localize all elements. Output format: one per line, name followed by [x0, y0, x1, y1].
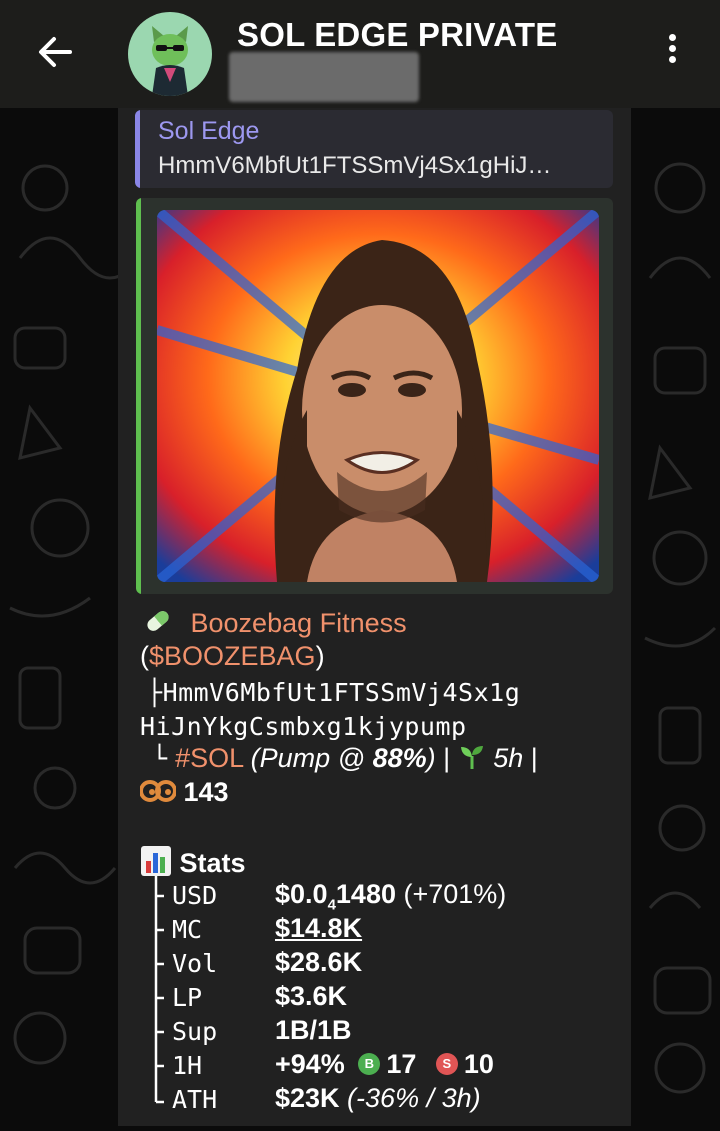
- link-preview[interactable]: [136, 198, 613, 594]
- stat-key-lp: LP: [172, 983, 203, 1012]
- address-line-2: HiJnYkgCsmbxg1kjypump: [140, 712, 467, 741]
- more-vertical-icon: [652, 34, 692, 63]
- stat-value-sup: 1B/1B: [275, 1015, 352, 1045]
- paren-open: (: [140, 641, 149, 671]
- address-line-1: ├HmmV6MbfUt1FTSSmVj4Sx1g: [147, 678, 520, 707]
- ath-change: (-36% / 3h): [339, 1083, 481, 1113]
- holders-count: 143: [183, 777, 229, 807]
- arrow-left-icon: [39, 37, 72, 67]
- bar-chart-icon: [140, 846, 180, 878]
- change-1h: +94%: [275, 1049, 345, 1079]
- more-options-button[interactable]: [652, 30, 692, 76]
- price-prefix: $0.0: [275, 879, 328, 909]
- buys-count: 17: [386, 1049, 417, 1079]
- chain-info-line: └ #SOL (Pump @ 88%) | 5h |: [152, 743, 538, 774]
- preview-accent-bar: [136, 198, 141, 594]
- sell-badge-icon: S: [435, 1052, 458, 1075]
- buy-badge-icon: B: [358, 1052, 381, 1075]
- eyes-icon: [139, 777, 184, 807]
- pump-suffix: ): [426, 743, 436, 773]
- ticker-link[interactable]: $BOOZEBAG: [149, 641, 316, 671]
- sells-count: 10: [463, 1049, 494, 1079]
- tree-end: └: [152, 744, 168, 773]
- stat-key-vol: Vol: [172, 949, 218, 978]
- stat-key-usd: USD: [172, 881, 218, 910]
- reply-text: HmmV6MbfUt1FTSSmVj4Sx1gHiJ…: [158, 152, 552, 179]
- stat-value-lp: $3.6K: [275, 981, 348, 1011]
- chat-header: SOL EDGE PRIVATE: [0, 0, 720, 108]
- portrait-image: [157, 210, 599, 582]
- reply-author: Sol Edge: [158, 117, 260, 145]
- ticker-line: ($BOOZEBAG): [140, 641, 325, 672]
- cat-avatar-icon: [152, 26, 188, 96]
- stat-value-usd: $0.041480 (+701%): [275, 879, 506, 913]
- contract-address-part1[interactable]: HmmV6MbfUt1FTSSmVj4Sx1g: [163, 678, 521, 707]
- price-change: (+701%): [395, 879, 507, 909]
- stat-value-mc[interactable]: $14.8K: [275, 913, 362, 944]
- stat-key-ath: ATH: [172, 1085, 218, 1114]
- token-name: Boozebag Fitness: [190, 608, 407, 638]
- pump-percent: 88%: [372, 743, 427, 773]
- stat-key-sup: Sup: [172, 1017, 218, 1046]
- price-digits: 1480: [335, 879, 396, 909]
- token-age: 5h: [493, 743, 524, 773]
- stat-value-ath: $23K (-36% / 3h): [275, 1083, 481, 1114]
- separator: |: [443, 743, 451, 773]
- stats-title: Stats: [179, 848, 246, 878]
- stat-value-1h: +94% B 17 S 10: [275, 1049, 494, 1080]
- back-button[interactable]: [26, 22, 86, 82]
- token-image[interactable]: [157, 210, 599, 582]
- paren-close: ): [315, 641, 325, 671]
- pump-prefix: (Pump @: [250, 743, 373, 773]
- chat-avatar[interactable]: [128, 12, 212, 96]
- chat-subtitle-redacted: [229, 52, 419, 102]
- stats-tree-lines: [154, 876, 164, 1104]
- token-title-line: Boozebag Fitness: [143, 606, 407, 639]
- separator: |: [530, 743, 538, 773]
- chat-title: SOL EDGE PRIVATE: [237, 16, 558, 53]
- reply-accent-bar: [135, 110, 140, 188]
- pill-icon: [143, 608, 181, 638]
- chain-hashtag[interactable]: #SOL: [175, 743, 243, 773]
- stat-key-mc: MC: [172, 915, 203, 944]
- seedling-icon: [458, 743, 494, 773]
- contract-address-part2[interactable]: HiJnYkgCsmbxg1kjypump: [140, 712, 467, 741]
- stat-key-1h: 1H: [172, 1051, 203, 1080]
- stats-header: Stats: [140, 845, 246, 879]
- tree-branch: ├: [147, 678, 163, 707]
- stat-value-vol: $28.6K: [275, 947, 363, 977]
- reply-preview[interactable]: Sol Edge HmmV6MbfUt1FTSSmVj4Sx1gHiJ…: [135, 110, 613, 188]
- ath-value: $23K: [275, 1083, 340, 1113]
- holders-line: 143: [139, 777, 229, 808]
- price-zero-count: 4: [327, 896, 336, 914]
